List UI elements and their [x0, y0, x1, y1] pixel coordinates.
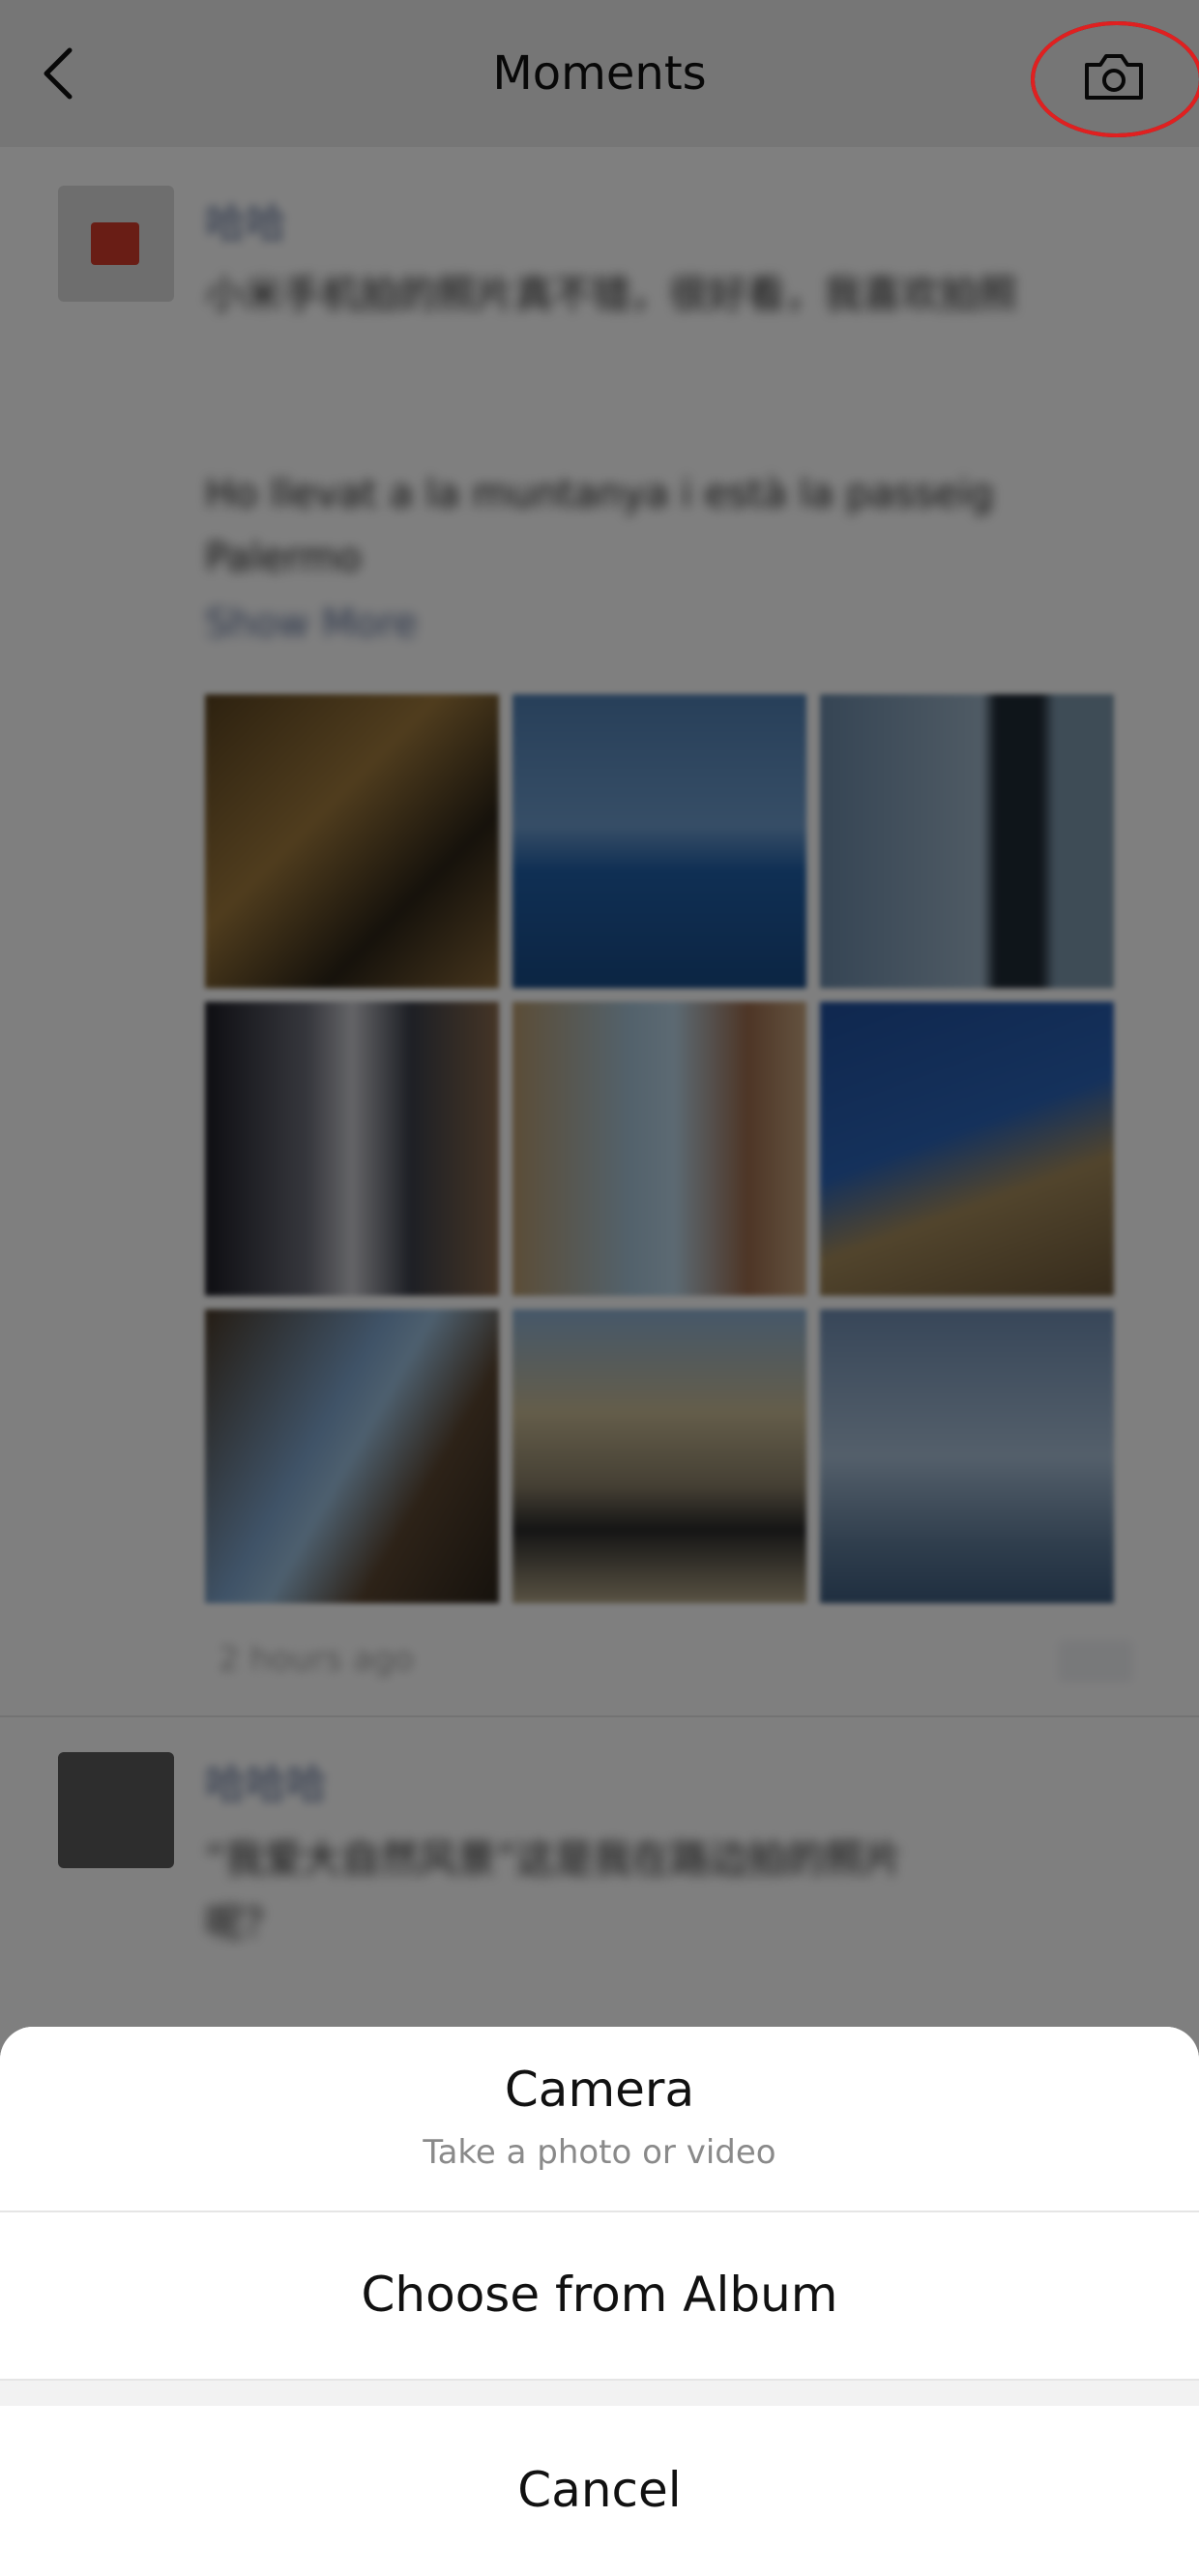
camera-option[interactable]: Camera Take a photo or video — [0, 2027, 1199, 2212]
camera-option-subtitle: Take a photo or video — [423, 2133, 776, 2172]
sheet-divider — [0, 2379, 1199, 2406]
choose-from-album-option[interactable]: Choose from Album — [0, 2212, 1199, 2379]
camera-option-label: Camera — [504, 2062, 695, 2118]
cancel-button[interactable]: Cancel — [0, 2406, 1199, 2576]
action-sheet: Camera Take a photo or video Choose from… — [0, 2027, 1199, 2576]
cancel-label: Cancel — [517, 2462, 682, 2518]
album-option-label: Choose from Album — [361, 2267, 838, 2323]
moments-screen: Moments 哈哈 小米手机拍的照片真不错，很好看，我喜欢拍照 Ho llev… — [0, 0, 1199, 2576]
